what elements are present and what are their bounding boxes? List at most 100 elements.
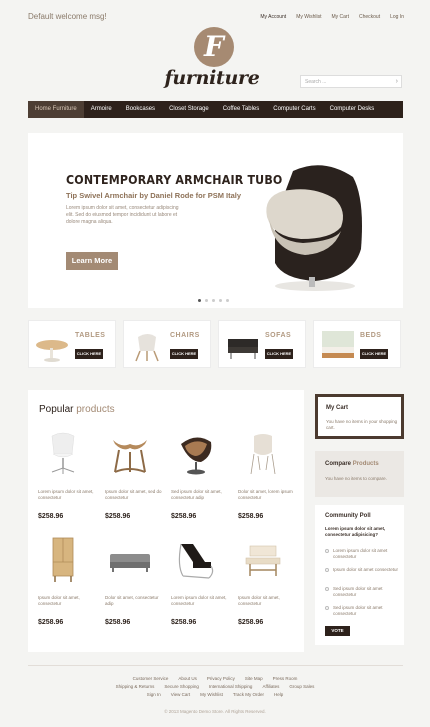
click-here-button[interactable]: CLICK HERE <box>75 349 103 359</box>
search-icon[interactable]: › <box>396 78 398 85</box>
slider-dots[interactable] <box>198 299 229 302</box>
footer-links-row: Customer Service About Us Privacy Policy… <box>0 676 430 681</box>
product-image <box>178 543 214 579</box>
slide-dot[interactable] <box>198 299 201 302</box>
nav-item-bookcases[interactable]: Bookcases <box>119 101 162 118</box>
link-log-in[interactable]: Log In <box>390 14 404 20</box>
link-checkout[interactable]: Checkout <box>359 14 380 20</box>
slide-dot[interactable] <box>205 299 208 302</box>
category-beds[interactable]: Beds CLICK HERE <box>313 320 401 368</box>
product-description: Ipsum dolor sit amet, sed do consectetur <box>105 489 162 500</box>
click-here-button[interactable]: CLICK HERE <box>265 349 293 359</box>
product-card[interactable]: Ipsum dolor sit amet, consectetur $258.9… <box>38 536 96 626</box>
chair-image <box>135 334 159 362</box>
slide-description: Lorem ipsum dolor sit amet, consectetur … <box>66 205 179 225</box>
title-part: Popular <box>39 404 74 415</box>
product-price: $258.96 <box>38 619 64 626</box>
product-price: $258.96 <box>171 619 197 626</box>
product-description: Sed ipsum dolor sit amet, consectetur ad… <box>171 489 222 500</box>
popular-products-title: Popular products <box>39 404 115 415</box>
nav-item-armoire[interactable]: Armoire <box>84 101 119 118</box>
product-card[interactable]: Ipsum dolor sit amet, consectetur $258.9… <box>238 536 296 626</box>
top-links: My Account My Wishlist My Cart Checkout … <box>260 14 404 20</box>
product-price: $258.96 <box>238 513 264 520</box>
radio-icon[interactable] <box>325 549 329 553</box>
footer-link[interactable]: Track My Order <box>233 692 264 697</box>
nav-item-closet-storage[interactable]: Closet Storage <box>162 101 216 118</box>
compare-empty-text: You have no items to compare. <box>325 476 387 481</box>
poll-option[interactable]: Sed ipsum dolor sit amet consectetur <box>325 605 400 617</box>
footer-link[interactable]: Help <box>274 692 283 697</box>
search-input[interactable]: Search ... › <box>300 75 402 88</box>
product-card[interactable]: Sed ipsum dolor sit amet, consectetur ad… <box>171 430 229 520</box>
product-description: Lorem ipsum dolor sit amet, consectetur <box>38 489 94 500</box>
slide-dot[interactable] <box>219 299 222 302</box>
radio-icon[interactable] <box>325 568 329 572</box>
poll-option-label: Sed ipsum dolor sit amet consectetur <box>333 586 383 597</box>
product-card[interactable]: Ipsum dolor sit amet, sed do consectetur… <box>105 430 163 520</box>
product-price: $258.96 <box>171 513 197 520</box>
footer-link[interactable]: Sign In <box>147 692 161 697</box>
bed-image <box>322 331 354 358</box>
compare-products-block: Compare Products You have no items to co… <box>315 451 404 497</box>
category-tables[interactable]: Tables CLICK HERE <box>28 320 116 368</box>
logo-icon[interactable]: F <box>194 27 234 67</box>
footer-divider <box>28 665 403 666</box>
footer-link[interactable]: Affiliates <box>262 684 279 689</box>
hero-slider: Contemporary Armchair Tubo Tip Swivel Ar… <box>28 133 403 308</box>
nav-item-computer-desks[interactable]: Computer Desks <box>323 101 382 118</box>
footer-link[interactable]: View Cart <box>171 692 190 697</box>
category-name: Tables <box>75 332 106 339</box>
poll-option[interactable]: Sed ipsum dolor sit amet consectetur <box>325 586 400 598</box>
footer-link[interactable]: Group Sales <box>289 684 314 689</box>
nav-item-home-furniture[interactable]: Home Furniture <box>28 101 84 118</box>
footer-link[interactable]: Shipping & Returns <box>116 684 155 689</box>
logo-text[interactable]: furniture <box>162 67 262 89</box>
poll-option[interactable]: Lorem ipsum dolor sit amet consectetur <box>325 548 400 560</box>
footer-link[interactable]: Press Room <box>273 676 298 681</box>
product-price: $258.96 <box>105 513 131 520</box>
category-chairs[interactable]: Chairs CLICK HERE <box>123 320 211 368</box>
slide-dot[interactable] <box>226 299 229 302</box>
poll-option-label: Sed ipsum dolor sit amet consectetur <box>333 605 383 616</box>
vote-button[interactable]: VOTE <box>325 626 350 636</box>
poll-option[interactable]: Ipsum dolor sit amet consectetur <box>325 567 400 573</box>
footer-link[interactable]: International Shipping <box>209 684 253 689</box>
product-card[interactable]: Dolor sit amet, lorem ipsum consectetur … <box>238 430 296 520</box>
radio-icon[interactable] <box>325 587 329 591</box>
footer-link[interactable]: Site Map <box>245 676 263 681</box>
title-accent: products <box>76 404 115 415</box>
product-price: $258.96 <box>105 619 131 626</box>
link-my-account[interactable]: My Account <box>260 14 286 20</box>
footer-link[interactable]: Customer Service <box>133 676 169 681</box>
footer-link[interactable]: About Us <box>178 676 197 681</box>
product-card[interactable]: Lorem ipsum dolor sit amet, consectetur … <box>171 536 229 626</box>
footer-link[interactable]: My Wishlist <box>200 692 223 697</box>
poll-title: Community Poll <box>325 513 371 519</box>
product-image <box>181 437 212 475</box>
footer-links-row: Shipping & Returns Secure Shopping Inter… <box>0 684 430 689</box>
product-description: Ipsum dolor sit amet, consectetur <box>238 595 280 606</box>
poll-option-label: Lorem ipsum dolor sit amet consectetur <box>333 548 388 559</box>
poll-option-label: Ipsum dolor sit amet consectetur <box>333 567 399 572</box>
learn-more-button[interactable]: Learn More <box>66 252 118 270</box>
product-description: Ipsum dolor sit amet, consectetur <box>38 595 80 606</box>
footer-link[interactable]: Privacy Policy <box>207 676 235 681</box>
poll-question: Lorem ipsum dolor sit amet, consectetur … <box>325 526 386 537</box>
link-my-cart[interactable]: My Cart <box>331 14 349 20</box>
cart-title: My Cart <box>326 405 349 411</box>
product-card[interactable]: Lorem ipsum dolor sit amet, consectetur … <box>38 430 96 520</box>
click-here-button[interactable]: CLICK HERE <box>170 349 198 359</box>
nav-item-computer-carts[interactable]: Computer Carts <box>266 101 322 118</box>
slide-dot[interactable] <box>212 299 215 302</box>
nav-item-coffee-tables[interactable]: Coffee Tables <box>216 101 266 118</box>
category-sofas[interactable]: Sofas CLICK HERE <box>218 320 306 368</box>
product-card[interactable]: Dolor sit amet, consectetur adip $258.96 <box>105 536 163 626</box>
radio-icon[interactable] <box>325 606 329 610</box>
footer-link[interactable]: Secure Shopping <box>164 684 199 689</box>
click-here-button[interactable]: CLICK HERE <box>360 349 388 359</box>
compare-title: Compare Products <box>325 461 379 467</box>
community-poll-block: Community Poll Lorem ipsum dolor sit ame… <box>315 505 404 645</box>
product-image <box>110 554 150 572</box>
link-my-wishlist[interactable]: My Wishlist <box>296 14 321 20</box>
